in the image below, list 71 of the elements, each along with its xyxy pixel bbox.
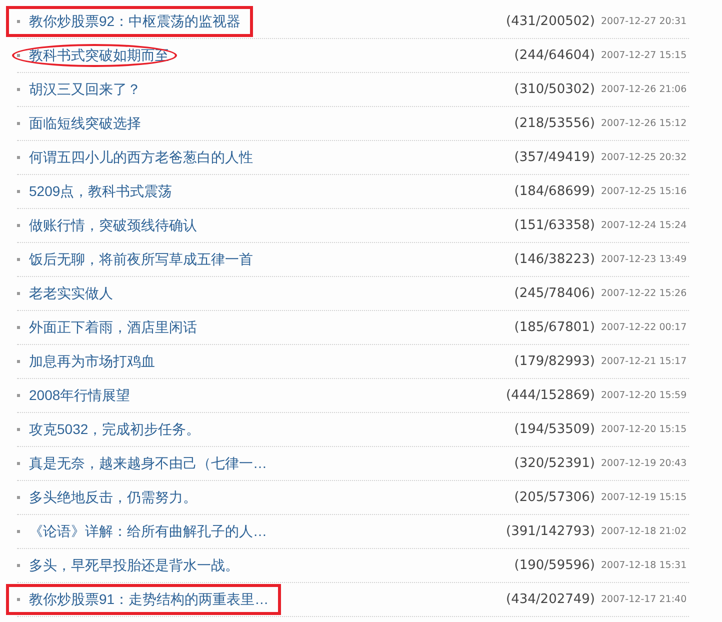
bullet-icon [17,258,20,261]
comment-view-count: (205/57306) [514,488,595,507]
bullet-icon [17,564,20,567]
post-link[interactable]: 《论语》详解：给所有曲解孔子的人… [29,521,267,542]
bullet-icon [17,462,20,465]
comment-view-count: (146/38223) [514,250,595,269]
post-link[interactable]: 教你炒股票91：走势结构的两重表里… [29,589,269,610]
comment-view-count: (357/49419) [514,148,595,167]
bullet-icon [17,598,20,601]
post-link[interactable]: 多头绝地反击，仍需努力。 [29,487,197,508]
post-date: 2007-12-25 20:32 [601,150,688,164]
comment-view-count: (218/53556) [514,114,595,133]
post-date: 2007-12-22 00:17 [601,320,688,334]
post-link[interactable]: 多头，早死早投胎还是背水一战。 [29,555,239,576]
post-date: 2007-12-21 15:17 [601,354,688,368]
comment-view-count: (310/50302) [514,80,595,99]
comment-view-count: (184/68699) [514,182,595,201]
post-link[interactable]: 饭后无聊，将前夜所写草成五律一首 [29,249,253,270]
post-date: 2007-12-18 15:31 [601,558,688,572]
comment-view-count: (190/59596) [514,556,595,575]
comment-view-count: (434/202749) [506,590,595,609]
bullet-icon [17,292,20,295]
comment-view-count: (444/152869) [506,386,595,405]
bullet-icon [17,326,20,329]
post-link[interactable]: 老老实实做人 [29,283,113,304]
post-link[interactable]: 胡汉三又回来了？ [29,79,141,100]
bullet-icon [17,54,20,57]
bullet-icon [17,394,20,397]
post-link[interactable]: 攻克5032，完成初步任务。 [29,419,200,440]
comment-view-count: (185/67801) [514,318,595,337]
post-link[interactable]: 何谓五四小儿的西方老爸葱白的人性 [29,147,253,168]
comment-view-count: (245/78406) [514,284,595,303]
post-date: 2007-12-19 15:15 [601,490,688,504]
post-link[interactable]: 真是无奈，越来越身不由己（七律一… [29,453,267,474]
bullet-icon [17,122,20,125]
comment-view-count: (320/52391) [514,454,595,473]
comment-view-count: (151/63358) [514,216,595,235]
bullet-icon [17,530,20,533]
post-link[interactable]: 教你炒股票92：中枢震荡的监视器 [29,11,241,32]
post-date: 2007-12-23 13:49 [601,252,688,266]
post-date: 2007-12-19 20:43 [601,456,688,470]
comment-view-count: (391/142793) [506,522,595,541]
bullet-icon [17,428,20,431]
post-date: 2007-12-26 15:12 [601,116,688,130]
post-date: 2007-12-27 20:31 [601,14,688,28]
post-date: 2007-12-17 21:40 [601,592,688,606]
bullet-icon [17,88,20,91]
post-link[interactable]: 面临短线突破选择 [29,113,141,134]
bullet-icon [17,156,20,159]
comment-view-count: (244/64604) [514,46,595,65]
post-date: 2007-12-22 15:26 [601,286,688,300]
post-date: 2007-12-20 15:15 [601,422,688,436]
post-date: 2007-12-18 21:02 [601,524,688,538]
bullet-icon [17,360,20,363]
post-date: 2007-12-20 15:59 [601,388,688,402]
post-link[interactable]: 外面正下着雨，酒店里闲话 [29,317,197,338]
post-link[interactable]: 5209点，教科书式震荡 [29,181,172,202]
post-link[interactable]: 做账行情，突破颈线待确认 [29,215,197,236]
post-link[interactable]: 加息再为市场打鸡血 [29,351,155,372]
bullet-icon [17,224,20,227]
post-date: 2007-12-24 15:24 [601,218,688,232]
post-link[interactable]: 2008年行情展望 [29,385,130,406]
comment-view-count: (179/82993) [514,352,595,371]
bullet-icon [17,190,20,193]
post-date: 2007-12-25 15:16 [601,184,688,198]
comment-view-count: (431/200502) [506,12,595,31]
bullet-icon [17,20,20,23]
bullet-icon [17,496,20,499]
post-date: 2007-12-26 21:06 [601,82,688,96]
post-date: 2007-12-27 15:15 [601,48,688,62]
comment-view-count: (194/53509) [514,420,595,439]
